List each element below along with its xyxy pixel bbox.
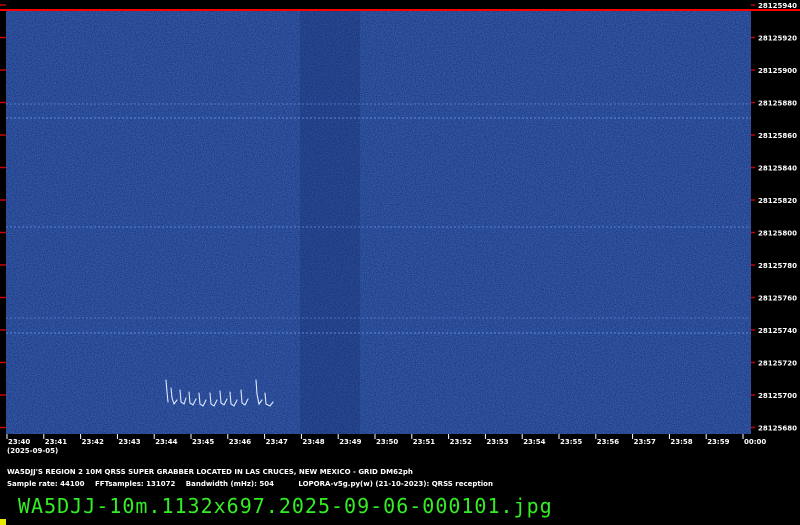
- bandwidth: Bandwidth (mHz): 504: [185, 480, 274, 488]
- left-border: [0, 10, 6, 434]
- freq-label: 28125780: [758, 262, 797, 270]
- freq-label: 28125720: [758, 360, 797, 368]
- time-label: 23:42: [82, 438, 104, 446]
- time-label: 23:56: [597, 438, 619, 446]
- waterfall-noise: [6, 10, 751, 434]
- sample-rate: Sample rate: 44100: [7, 480, 85, 488]
- time-label: 23:59: [707, 438, 729, 446]
- software-info: LOPORA-v5g.py(w) (21-10-2023): QRSS rece…: [298, 480, 493, 488]
- time-label: 23:48: [302, 438, 324, 446]
- time-label: 23:52: [450, 438, 472, 446]
- freq-label: 28125840: [758, 165, 797, 173]
- time-label: 23:53: [486, 438, 508, 446]
- time-label: 23:46: [229, 438, 251, 446]
- freq-label: 28125940: [758, 2, 797, 10]
- time-label: 23:54: [523, 438, 545, 446]
- freq-label: 28125700: [758, 392, 797, 400]
- freq-label: 28125860: [758, 132, 797, 140]
- time-label: 23:45: [192, 438, 214, 446]
- time-label: 23:49: [339, 438, 361, 446]
- dark-band: [300, 10, 360, 434]
- freq-label: 28125760: [758, 295, 797, 303]
- time-label: 23:44: [155, 438, 177, 446]
- freq-label: 28125820: [758, 197, 797, 205]
- time-label: 23:41: [45, 438, 67, 446]
- freq-label: 28125740: [758, 327, 797, 335]
- freq-label: 28125900: [758, 67, 797, 75]
- time-label: 23:50: [376, 438, 398, 446]
- time-label: 23:55: [560, 438, 582, 446]
- freq-label: 28125680: [758, 425, 797, 433]
- freq-label: 28125880: [758, 100, 797, 108]
- date-label: (2025-09-05): [7, 447, 58, 455]
- time-label: 23:57: [634, 438, 656, 446]
- freq-label: 28125920: [758, 35, 797, 43]
- station-title: WA5DJJ'S REGION 2 10M QRSS SUPER GRABBER…: [7, 468, 413, 476]
- time-label: 23:40: [8, 438, 30, 446]
- time-label: 23:43: [118, 438, 140, 446]
- param-row: Sample rate: 44100 FFTsamples: 131072 Ba…: [7, 480, 493, 488]
- time-label: 23:51: [413, 438, 435, 446]
- image-filename: WA5DJJ-10m.1132x697.2025-09-06-000101.jp…: [18, 494, 553, 518]
- fft-samples: FFTsamples: 131072: [94, 480, 176, 488]
- time-label: 00:00: [744, 438, 766, 446]
- text-cursor: [0, 519, 6, 525]
- time-label: 23:58: [670, 438, 692, 446]
- time-label: 23:47: [266, 438, 288, 446]
- freq-label: 28125800: [758, 230, 797, 238]
- spectrogram-display: 28125940 28125920 28125900 28125880 28125860…: [0, 0, 800, 525]
